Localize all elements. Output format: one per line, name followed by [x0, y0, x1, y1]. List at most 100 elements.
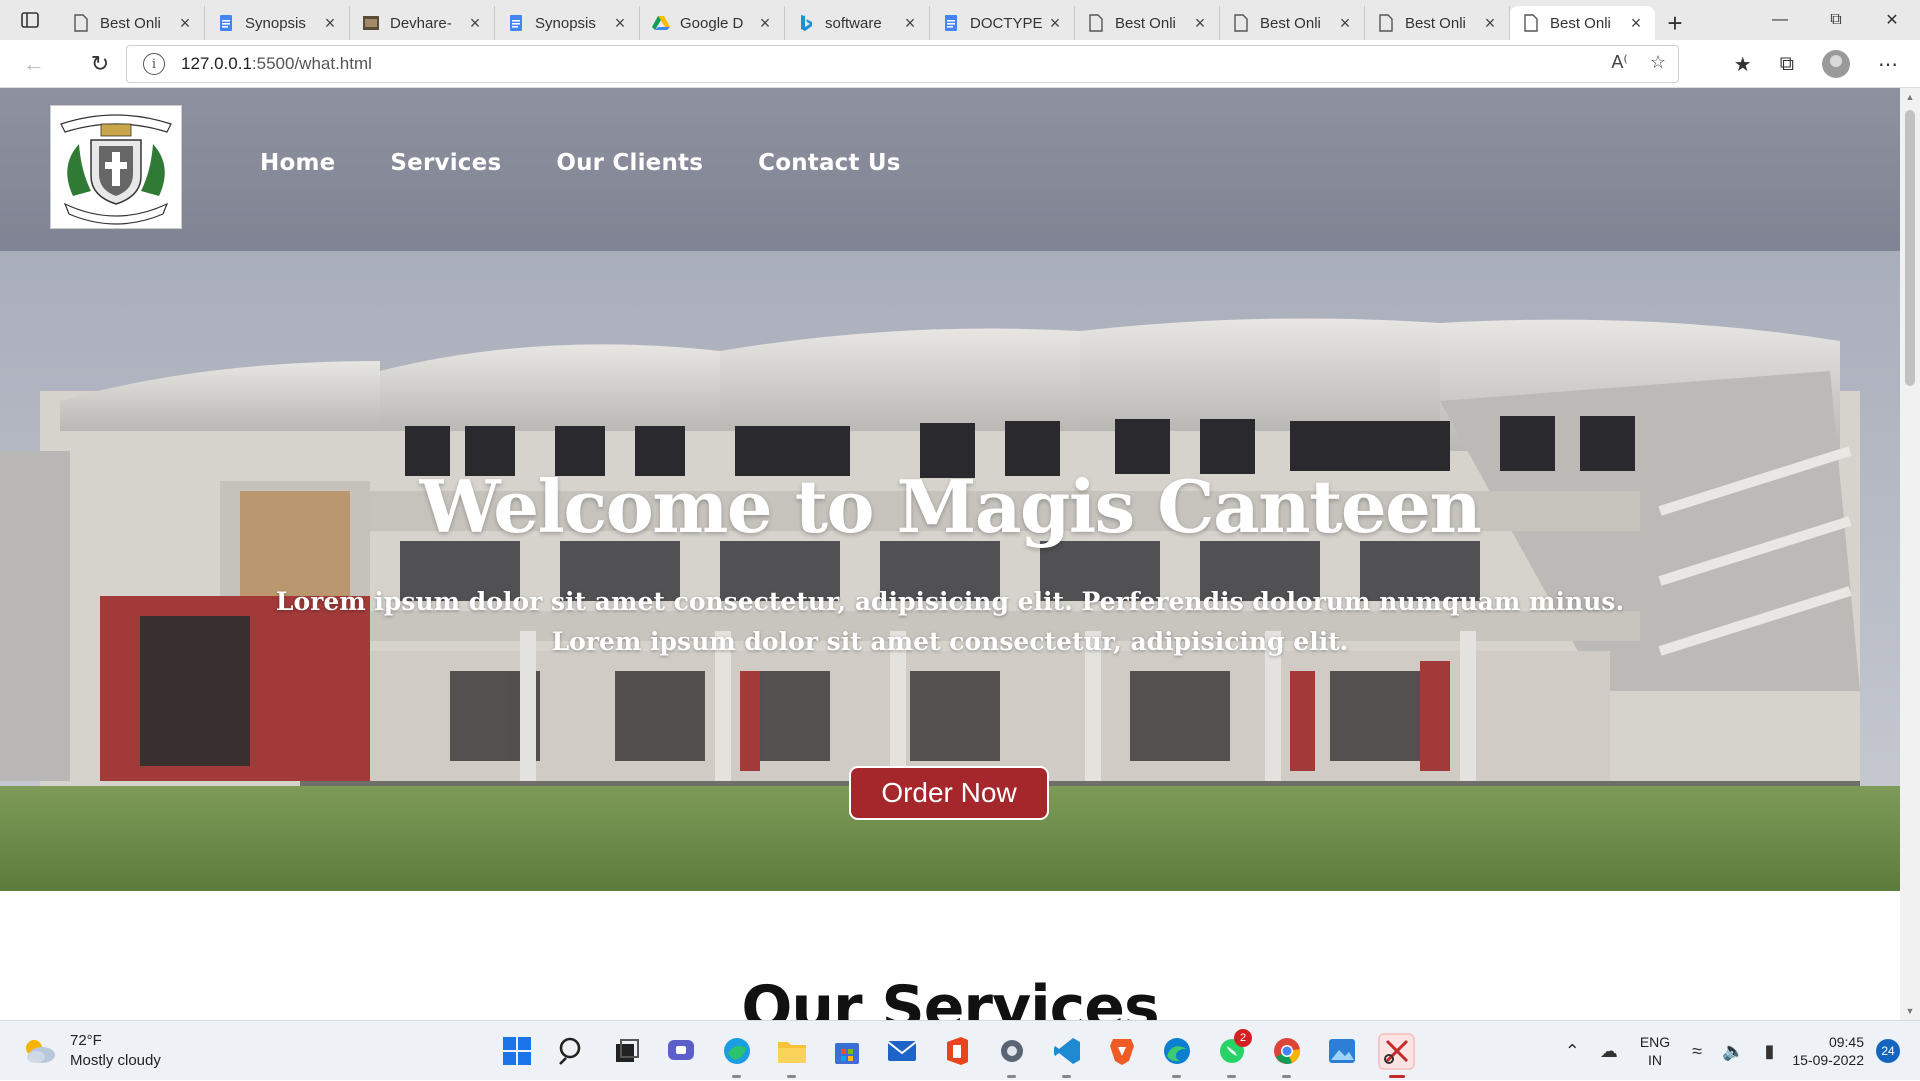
- nav-services[interactable]: Services: [390, 150, 501, 176]
- close-tab-icon[interactable]: ×: [1046, 13, 1064, 34]
- tab-title: Best Onli: [1405, 14, 1466, 32]
- chevron-up-icon[interactable]: ⌃: [1565, 1041, 1580, 1062]
- close-tab-icon[interactable]: ×: [1627, 13, 1645, 34]
- brave-button[interactable]: [1105, 1035, 1138, 1068]
- url-text[interactable]: 127.0.0.1:5500/what.html: [181, 54, 372, 74]
- edge-button[interactable]: [1160, 1035, 1193, 1078]
- task-view-button[interactable]: [610, 1035, 643, 1068]
- order-now-button[interactable]: Order Now: [849, 766, 1049, 820]
- tab-strip: Best Onli × Synopsis × Devhare- × Synopsis × Goo…: [0, 0, 1920, 40]
- browser-tab[interactable]: Devhare- ×: [350, 6, 495, 40]
- tab-title: Synopsis: [245, 14, 306, 32]
- close-tab-icon[interactable]: ×: [611, 13, 629, 34]
- onedrive-cloud-icon[interactable]: ☁: [1600, 1041, 1618, 1062]
- more-menu-icon[interactable]: ⋯: [1878, 52, 1898, 77]
- store-icon: [834, 1043, 859, 1064]
- gear-icon: [1000, 1040, 1023, 1062]
- back-button[interactable]: ←: [12, 44, 56, 84]
- read-aloud-icon[interactable]: A⁽: [1611, 52, 1627, 73]
- site-nav: Home Services Our Clients Contact Us: [260, 150, 901, 176]
- vscode-button[interactable]: [1050, 1035, 1083, 1078]
- whatsapp-button[interactable]: 2: [1215, 1028, 1252, 1078]
- photos-icon: [1328, 1039, 1355, 1063]
- snipping-tool-button[interactable]: [1378, 1032, 1415, 1078]
- restore-button[interactable]: ⧉: [1808, 0, 1864, 40]
- docs-icon: [942, 14, 960, 32]
- close-tab-icon[interactable]: ×: [1336, 13, 1354, 34]
- nav-our-clients[interactable]: Our Clients: [556, 150, 703, 176]
- taskbar: 72°F Mostly cloudy 2 ⌃ ☁ ENG IN ≈ 🔈 ▮ 09…: [0, 1020, 1920, 1080]
- mail-button[interactable]: [885, 1035, 918, 1068]
- college-logo[interactable]: [50, 105, 182, 229]
- scrollbar-thumb[interactable]: [1905, 110, 1915, 386]
- battery-icon[interactable]: ▮: [1764, 1041, 1774, 1062]
- bing-icon: [797, 14, 815, 32]
- scroll-up-icon[interactable]: ▲: [1900, 88, 1920, 106]
- settings-button[interactable]: [995, 1035, 1028, 1078]
- office-button[interactable]: [940, 1035, 973, 1068]
- taskbar-apps: 2: [500, 1021, 1415, 1081]
- page-scrollbar[interactable]: ▲ ▼: [1900, 88, 1920, 1020]
- browser-tab[interactable]: software ×: [785, 6, 930, 40]
- photos-button[interactable]: [1325, 1035, 1358, 1068]
- wifi-icon[interactable]: ≈: [1692, 1041, 1702, 1062]
- weather-widget[interactable]: 72°F Mostly cloudy: [22, 1031, 161, 1071]
- nav-contact-us[interactable]: Contact Us: [758, 150, 901, 176]
- collections-icon[interactable]: ⧉: [1780, 53, 1794, 76]
- nav-home[interactable]: Home: [260, 150, 335, 176]
- site-header: Home Services Our Clients Contact Us: [0, 88, 1900, 251]
- hero-title: Welcome to Magis Canteen: [419, 464, 1482, 549]
- notification-badge[interactable]: 24: [1876, 1039, 1900, 1063]
- site-info-icon[interactable]: i: [143, 53, 165, 75]
- scroll-down-icon[interactable]: ▼: [1900, 1002, 1920, 1020]
- reload-button[interactable]: ↻: [78, 44, 122, 84]
- close-tab-icon[interactable]: ×: [1481, 13, 1499, 34]
- teams-chat-button[interactable]: [665, 1035, 698, 1068]
- browser-tab[interactable]: Best Onli ×: [1365, 6, 1510, 40]
- language-indicator[interactable]: ENG IN: [1640, 1033, 1670, 1069]
- close-window-button[interactable]: ✕: [1864, 0, 1920, 40]
- clock[interactable]: 09:45 15-09-2022: [1792, 1033, 1864, 1069]
- close-tab-icon[interactable]: ×: [466, 13, 484, 34]
- minimize-button[interactable]: —: [1752, 0, 1808, 40]
- docs-icon: [507, 14, 525, 32]
- edge-browser-icon: [1163, 1038, 1190, 1064]
- task-view-icon: [615, 1039, 639, 1062]
- page-icon: [1087, 14, 1105, 32]
- search-button[interactable]: [555, 1035, 588, 1068]
- start-button[interactable]: [500, 1035, 533, 1068]
- profile-avatar[interactable]: [1822, 50, 1850, 78]
- close-tab-icon[interactable]: ×: [321, 13, 339, 34]
- close-tab-icon[interactable]: ×: [176, 13, 194, 34]
- browser-tab[interactable]: Best Onli ×: [1075, 6, 1220, 40]
- volume-icon[interactable]: 🔈: [1722, 1041, 1744, 1062]
- browser-tab[interactable]: Synopsis ×: [205, 6, 350, 40]
- browser-tab[interactable]: Best Onli ×: [60, 6, 205, 40]
- browser-tab[interactable]: Synopsis ×: [495, 6, 640, 40]
- file-explorer-button[interactable]: [775, 1035, 808, 1078]
- browser-tab[interactable]: Best Onli ×: [1510, 6, 1655, 40]
- new-tab-button[interactable]: +: [1655, 6, 1695, 40]
- close-tab-icon[interactable]: ×: [1191, 13, 1209, 34]
- browser-tab[interactable]: DOCTYPE ×: [930, 6, 1075, 40]
- tab-title: Best Onli: [100, 14, 161, 32]
- close-tab-icon[interactable]: ×: [901, 13, 919, 34]
- college-crest-icon: [60, 114, 172, 225]
- close-tab-icon[interactable]: ×: [756, 13, 774, 34]
- mail-icon: [886, 1041, 917, 1061]
- add-favorite-icon[interactable]: ☆: [1650, 52, 1666, 73]
- store-button[interactable]: [830, 1035, 863, 1068]
- chrome-button[interactable]: [1270, 1035, 1303, 1078]
- docs-icon: [217, 14, 235, 32]
- hero-subtitle: Lorem ipsum dolor sit amet consectetur, …: [0, 582, 1900, 662]
- chat-icon: [667, 1040, 694, 1060]
- edge-dev-button[interactable]: [720, 1035, 753, 1078]
- tab-actions-button[interactable]: [0, 0, 60, 40]
- search-icon: [558, 1037, 580, 1065]
- address-bar[interactable]: i 127.0.0.1:5500/what.html A⁽ ☆: [126, 45, 1679, 83]
- favorites-icon[interactable]: ★: [1734, 52, 1752, 77]
- browser-tab[interactable]: Best Onli ×: [1220, 6, 1365, 40]
- browser-tab[interactable]: Google D ×: [640, 6, 785, 40]
- hero-subtitle-line-1: Lorem ipsum dolor sit amet consectetur, …: [275, 587, 1625, 616]
- vscode-icon: [1053, 1038, 1080, 1064]
